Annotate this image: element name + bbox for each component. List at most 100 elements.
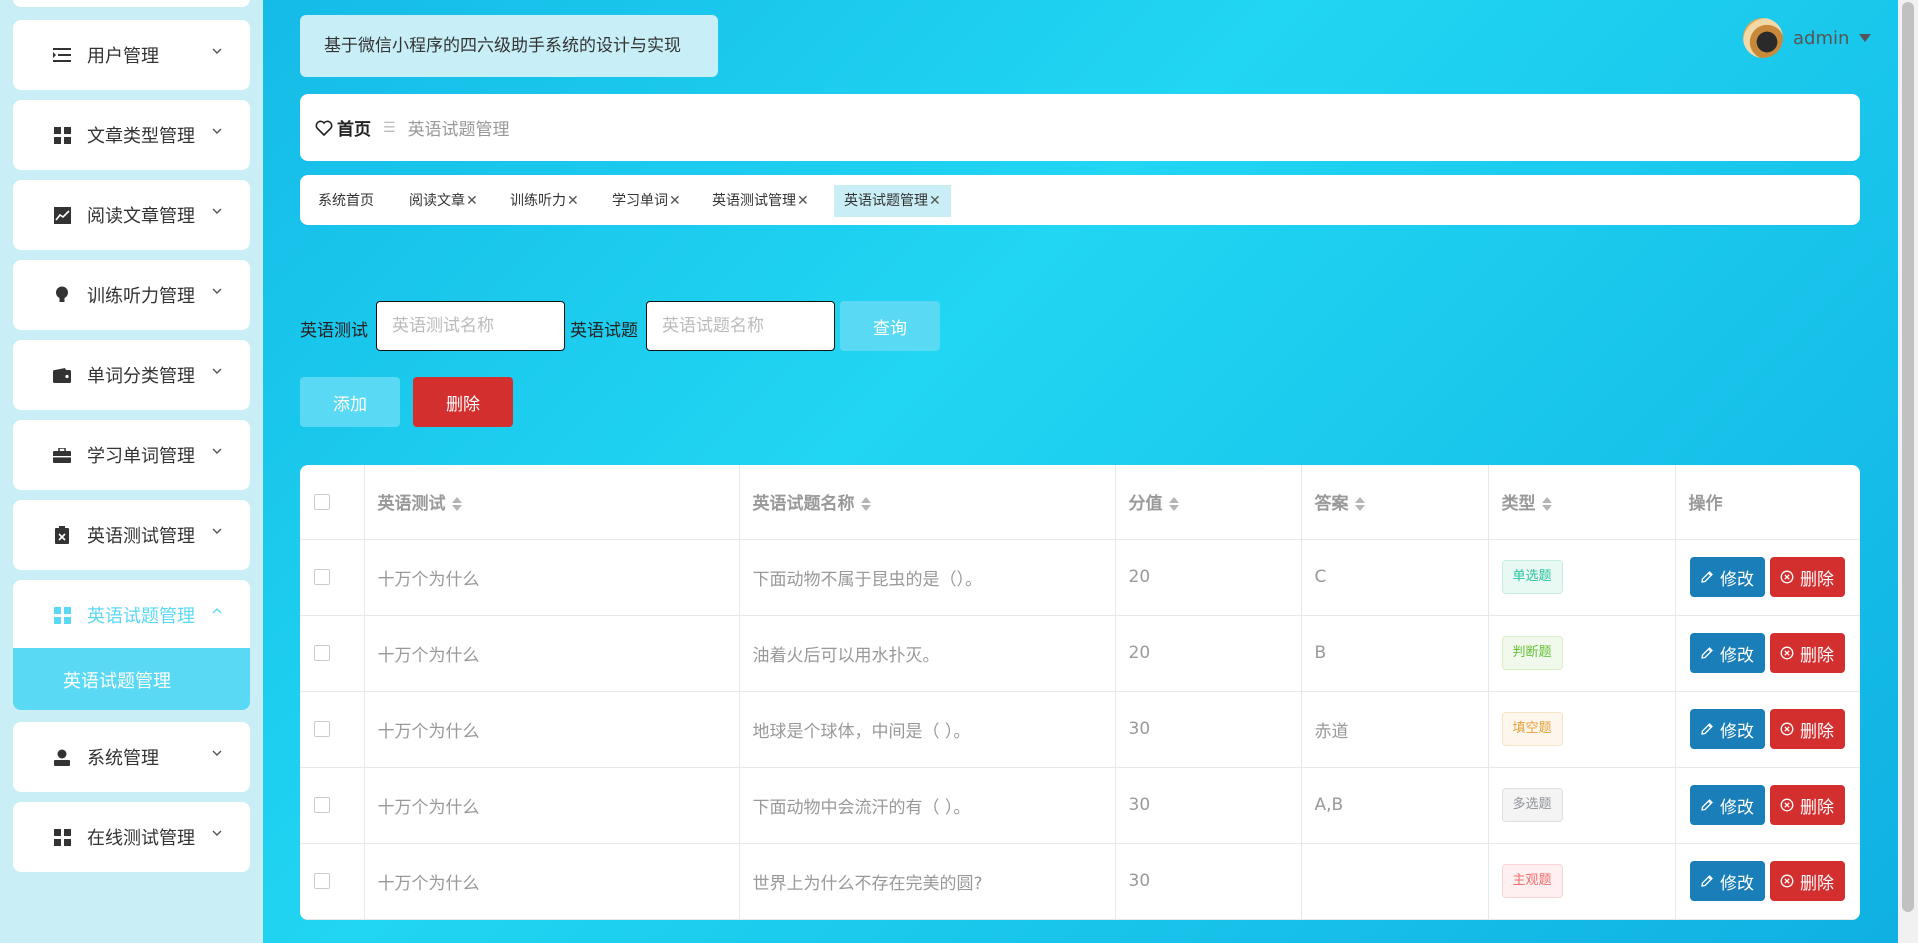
sidebar-item-article-type[interactable]: 文章类型管理: [13, 100, 250, 170]
add-button[interactable]: 添加: [300, 377, 400, 427]
list-indent-icon: [53, 46, 71, 64]
sidebar-item-listening[interactable]: 训练听力管理: [13, 260, 250, 330]
row-checkbox[interactable]: [314, 645, 330, 661]
row-select-cell: [300, 843, 365, 920]
header-test[interactable]: 英语测试: [364, 465, 740, 540]
row-checkbox[interactable]: [314, 873, 330, 889]
scrollbar-thumb[interactable]: [1902, 2, 1914, 912]
sidebar-item-label: 学习单词管理: [87, 446, 195, 467]
close-icon[interactable]: ✕: [466, 193, 478, 209]
table-row: 十万个为什么 世界上为什么不存在完美的圆? 30 主观题 修改 删除: [300, 843, 1860, 920]
row-checkbox[interactable]: [314, 569, 330, 585]
cell-question-name: 下面动物中会流汗的有（ ）。: [739, 767, 1116, 844]
edit-label: 修改: [1720, 721, 1754, 742]
cell-score: 20: [1115, 539, 1302, 616]
header-question-name[interactable]: 英语试题名称: [739, 465, 1116, 540]
scrollbar[interactable]: [1898, 0, 1918, 943]
sidebar-item-english-question[interactable]: 英语试题管理: [13, 580, 250, 651]
circle-x-icon: [1780, 874, 1794, 888]
sort-icon[interactable]: [860, 496, 871, 512]
sidebar-item-study-word[interactable]: 学习单词管理: [13, 420, 250, 490]
row-checkbox[interactable]: [314, 721, 330, 737]
circle-x-icon: [1780, 646, 1794, 660]
sidebar-item-label: 系统管理: [87, 748, 159, 769]
sort-icon[interactable]: [1541, 496, 1552, 512]
row-select-cell: [300, 767, 365, 844]
delete-button[interactable]: 删除: [1769, 557, 1845, 597]
chevron-down-icon: [212, 288, 222, 294]
close-icon[interactable]: ✕: [929, 193, 941, 209]
edit-button[interactable]: 修改: [1689, 557, 1765, 597]
row-select-cell: [300, 615, 365, 692]
edit-button[interactable]: 修改: [1689, 633, 1765, 673]
close-icon[interactable]: ✕: [567, 193, 579, 209]
header-answer[interactable]: 答案: [1301, 465, 1489, 540]
sort-icon[interactable]: [1354, 496, 1365, 512]
tab-system-home[interactable]: 系统首页: [308, 185, 384, 217]
user-name[interactable]: admin: [1793, 28, 1849, 49]
breadcrumb: 首页 ☰ 英语试题管理: [300, 94, 1860, 161]
sidebar-item-online-test[interactable]: 在线测试管理: [13, 802, 250, 872]
tab-listening[interactable]: 训练听力✕: [500, 185, 589, 217]
circle-x-icon: [1780, 570, 1794, 584]
sidebar-item-label: 文章类型管理: [87, 126, 195, 147]
header-label: 分值: [1128, 494, 1163, 515]
delete-label: 删除: [1800, 797, 1834, 818]
sort-icon[interactable]: [451, 496, 462, 512]
sort-icon[interactable]: [1168, 496, 1179, 512]
sidebar-item-reading-article[interactable]: 阅读文章管理: [13, 180, 250, 250]
sidebar: 用户管理 文章类型管理 阅读文章管理 训练听力管理 单词分类管理 学习单词管理 …: [0, 0, 263, 943]
header-type[interactable]: 类型: [1488, 465, 1676, 540]
sidebar-item-english-test[interactable]: 英语测试管理: [13, 500, 250, 570]
batch-delete-button[interactable]: 删除: [413, 377, 513, 427]
edit-button[interactable]: 修改: [1689, 861, 1765, 901]
query-button[interactable]: 查询: [840, 301, 940, 351]
clipboard-x-icon: [53, 526, 71, 544]
tab-english-test[interactable]: 英语测试管理✕: [702, 185, 819, 217]
avatar[interactable]: [1743, 18, 1783, 58]
search-question-input[interactable]: [646, 301, 835, 351]
cell-question-name: 世界上为什么不存在完美的圆?: [739, 843, 1116, 920]
app-title: 基于微信小程序的四六级助手系统的设计与实现: [300, 15, 718, 77]
cell-question-name: 下面动物不属于昆虫的是（）。: [739, 539, 1116, 616]
breadcrumb-home[interactable]: 首页: [337, 115, 371, 140]
search-test-input[interactable]: [376, 301, 565, 351]
cell-type: 判断题: [1488, 615, 1676, 692]
header-score[interactable]: 分值: [1115, 465, 1302, 540]
sidebar-item-system[interactable]: 系统管理: [13, 722, 250, 792]
tab-english-question[interactable]: 英语试题管理✕: [834, 185, 951, 217]
submenu-item-english-question[interactable]: 英语试题管理: [13, 648, 250, 710]
edit-button[interactable]: 修改: [1689, 709, 1765, 749]
sidebar-item-word-category[interactable]: 单词分类管理: [13, 340, 250, 410]
cell-actions: 修改 删除: [1675, 615, 1860, 692]
caret-down-icon[interactable]: [1859, 34, 1872, 42]
user-menu[interactable]: admin: [1743, 18, 1872, 58]
edit-button[interactable]: 修改: [1689, 785, 1765, 825]
type-tag: 主观题: [1501, 864, 1563, 898]
cell-type: 单选题: [1488, 539, 1676, 616]
delete-button[interactable]: 删除: [1769, 709, 1845, 749]
row-checkbox[interactable]: [314, 797, 330, 813]
cell-actions: 修改 删除: [1675, 767, 1860, 844]
delete-label: 删除: [1800, 721, 1834, 742]
search-label-test: 英语测试: [300, 321, 368, 341]
cell-test: 十万个为什么: [364, 615, 740, 692]
user-icon: [53, 748, 71, 766]
tab-label: 英语试题管理: [844, 193, 928, 209]
tab-study-word[interactable]: 学习单词✕: [602, 185, 691, 217]
cell-type: 填空题: [1488, 691, 1676, 768]
sidebar-item-user-management[interactable]: 用户管理: [13, 20, 250, 90]
close-icon[interactable]: ✕: [797, 193, 809, 209]
delete-button[interactable]: 删除: [1769, 861, 1845, 901]
pencil-icon: [1701, 723, 1713, 735]
select-all-checkbox[interactable]: [314, 493, 330, 510]
header-label: 类型: [1501, 494, 1536, 515]
chevron-down-icon: [212, 368, 222, 374]
delete-button[interactable]: 删除: [1769, 785, 1845, 825]
tab-reading-article[interactable]: 阅读文章✕: [399, 185, 488, 217]
sidebar-item-partial[interactable]: [13, 0, 250, 7]
header-label: 英语测试: [377, 494, 446, 515]
close-icon[interactable]: ✕: [669, 193, 681, 209]
cell-question-name: 油着火后可以用水扑灭。: [739, 615, 1116, 692]
delete-button[interactable]: 删除: [1769, 633, 1845, 673]
